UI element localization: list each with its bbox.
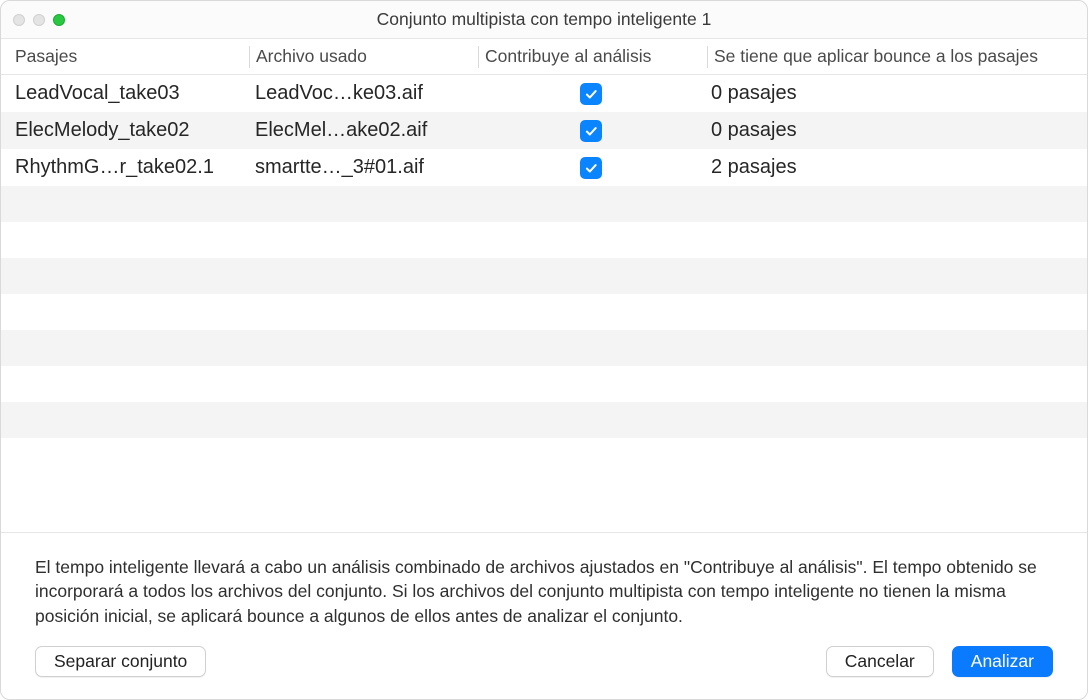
empty-row — [1, 222, 1087, 258]
table-empty-area — [1, 186, 1087, 532]
cell-contribuye — [477, 120, 705, 142]
cell-archivo: smartte…_3#01.aif — [249, 156, 477, 179]
table-body: LeadVocal_take03 LeadVoc…ke03.aif 0 pasa… — [1, 75, 1087, 186]
header-pasajes[interactable]: Pasajes — [1, 39, 249, 74]
contribuye-checkbox[interactable] — [580, 120, 602, 142]
contribuye-checkbox[interactable] — [580, 157, 602, 179]
cell-bounce: 0 pasajes — [705, 119, 1087, 142]
minimize-icon[interactable] — [33, 14, 45, 26]
table-headers: Pasajes Archivo usado Contribuye al anál… — [1, 39, 1087, 75]
cell-contribuye — [477, 83, 705, 105]
cell-pasaje: ElecMelody_take02 — [1, 119, 249, 142]
cancel-button[interactable]: Cancelar — [826, 646, 934, 677]
header-archivo[interactable]: Archivo usado — [250, 39, 478, 74]
cell-archivo: ElecMel…ake02.aif — [249, 119, 477, 142]
cell-bounce: 0 pasajes — [705, 82, 1087, 105]
empty-row — [1, 186, 1087, 222]
footer-panel: El tempo inteligente llevará a cabo un a… — [1, 532, 1087, 700]
footer-description: El tempo inteligente llevará a cabo un a… — [35, 555, 1045, 629]
cell-contribuye — [477, 157, 705, 179]
header-bounce[interactable]: Se tiene que aplicar bounce a los pasaje… — [708, 39, 1087, 74]
window-title: Conjunto multipista con tempo inteligent… — [1, 9, 1087, 30]
titlebar: Conjunto multipista con tempo inteligent… — [1, 1, 1087, 39]
cell-bounce: 2 pasajes — [705, 156, 1087, 179]
table-row[interactable]: ElecMelody_take02 ElecMel…ake02.aif 0 pa… — [1, 112, 1087, 149]
table-row[interactable]: LeadVocal_take03 LeadVoc…ke03.aif 0 pasa… — [1, 75, 1087, 112]
zoom-icon[interactable] — [53, 14, 65, 26]
analyze-button[interactable]: Analizar — [952, 646, 1053, 677]
table-row[interactable]: RhythmG…r_take02.1 smartte…_3#01.aif 2 p… — [1, 149, 1087, 186]
empty-row — [1, 438, 1087, 532]
cell-pasaje: LeadVocal_take03 — [1, 82, 249, 105]
separate-set-button[interactable]: Separar conjunto — [35, 646, 206, 677]
empty-row — [1, 330, 1087, 366]
checkmark-icon — [584, 124, 598, 138]
header-contribuye[interactable]: Contribuye al análisis — [479, 39, 707, 74]
traffic-lights — [13, 14, 65, 26]
cell-pasaje: RhythmG…r_take02.1 — [1, 156, 249, 179]
checkmark-icon — [584, 161, 598, 175]
dialog-window: Conjunto multipista con tempo inteligent… — [0, 0, 1088, 700]
footer-buttons: Separar conjunto Cancelar Analizar — [35, 646, 1053, 677]
empty-row — [1, 402, 1087, 438]
empty-row — [1, 294, 1087, 330]
empty-row — [1, 366, 1087, 402]
empty-row — [1, 258, 1087, 294]
contribuye-checkbox[interactable] — [580, 83, 602, 105]
checkmark-icon — [584, 87, 598, 101]
close-icon[interactable] — [13, 14, 25, 26]
cell-archivo: LeadVoc…ke03.aif — [249, 82, 477, 105]
